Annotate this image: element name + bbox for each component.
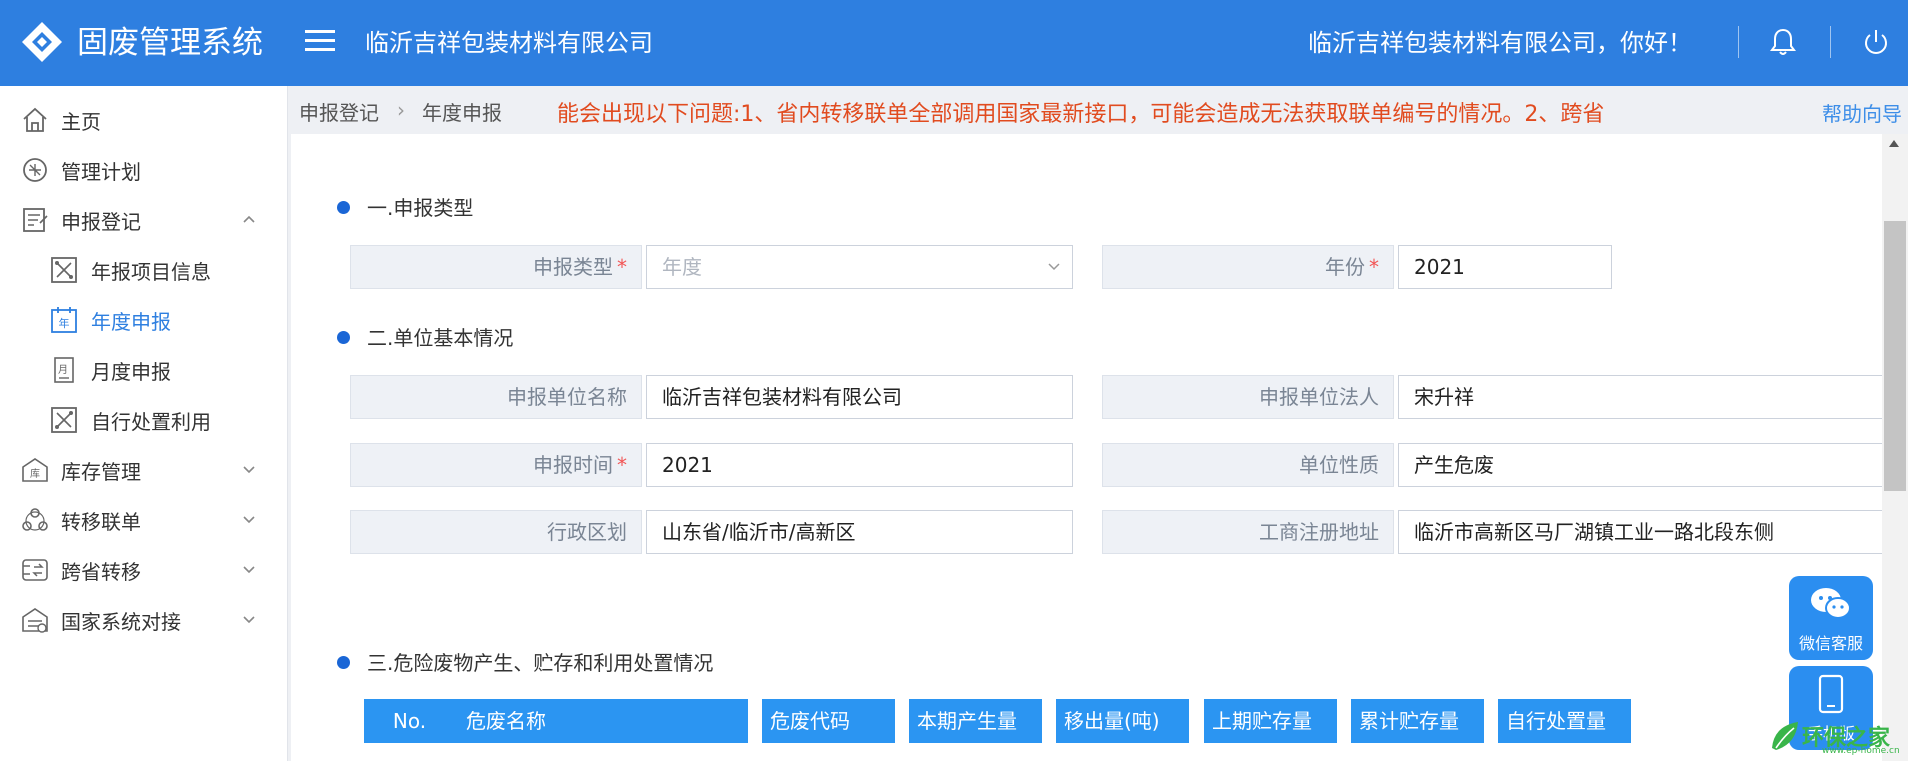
chevron-down-icon — [243, 516, 255, 524]
section-title: 一.申报类型 — [337, 192, 473, 221]
bullet-dot-icon — [337, 331, 350, 344]
transfer-icon — [22, 508, 48, 531]
sidebar-item-self-disposal[interactable]: 自行处置利用 — [0, 396, 288, 444]
sidebar-item-label: 自行处置利用 — [91, 409, 211, 434]
table-header-cell: 危废名称 — [452, 699, 748, 743]
unit-name-input[interactable]: 临沂吉祥包装材料有限公司 — [646, 375, 1073, 419]
legal-person-label: 申报单位法人 — [1102, 375, 1394, 419]
header-divider — [1738, 26, 1739, 58]
project-icon — [51, 257, 77, 283]
sidebar-item-register[interactable]: 申报登记 — [0, 196, 288, 244]
register-icon — [23, 208, 48, 232]
app-logo-icon — [22, 22, 62, 62]
chevron-down-icon — [1048, 263, 1060, 271]
scrollbar-thumb[interactable] — [1884, 221, 1906, 491]
table-header-cell: 移出量(吨) — [1056, 699, 1189, 743]
region-label: 行政区划 — [350, 510, 642, 554]
table-header-cell: 危废代码 — [762, 699, 895, 743]
report-time-input[interactable]: 2021 — [646, 443, 1073, 487]
sidebar-item-label: 转移联单 — [61, 509, 141, 534]
table-header-cell: 本期产生量 — [909, 699, 1042, 743]
unit-name-label: 申报单位名称 — [350, 375, 642, 419]
table-header-cell: 累计贮存量 — [1351, 699, 1484, 743]
mobile-phone-icon — [1818, 674, 1844, 714]
sidebar-item-label: 库存管理 — [61, 459, 141, 484]
year-label: 年份 * — [1102, 245, 1394, 289]
dispose-icon — [51, 407, 77, 433]
year-input[interactable]: 2021 — [1398, 245, 1612, 289]
unit-nature-label: 单位性质 — [1102, 443, 1394, 487]
plan-icon — [23, 158, 47, 182]
company-title: 临沂吉祥包装材料有限公司 — [365, 29, 653, 57]
svg-text:年: 年 — [59, 316, 70, 330]
greeting-text: 临沂吉祥包装材料有限公司，你好！ — [1308, 29, 1692, 57]
chevron-down-icon — [243, 616, 255, 624]
leaf-logo-icon — [1772, 722, 1798, 750]
sidebar-item-annual-report[interactable]: 年 年度申报 — [0, 296, 288, 344]
breadcrumb-bar: 申报登记 › 年度申报 能会出现以下问题:1、省内转移联单全部调用国家最新接口，… — [289, 86, 1908, 134]
table-header-cell: 自行处置量 — [1498, 699, 1631, 743]
scrolling-notice: 能会出现以下问题:1、省内转移联单全部调用国家最新接口，可能会造成无法获取联单编… — [557, 102, 1605, 127]
svg-text:库: 库 — [30, 467, 40, 480]
legal-person-input[interactable]: 宋升祥 — [1398, 375, 1882, 419]
sidebar-item-label: 主页 — [61, 109, 101, 134]
vertical-scrollbar[interactable] — [1882, 134, 1908, 761]
chevron-up-icon — [243, 215, 255, 223]
sidebar-item-monthly-report[interactable]: 月 月度申报 — [0, 346, 288, 394]
section-title: 三.危险废物产生、贮存和利用处置情况 — [337, 647, 713, 676]
sidebar-item-label: 申报登记 — [61, 209, 141, 234]
region-input[interactable]: 山东省/临沂市/高新区 — [646, 510, 1073, 554]
scroll-up-arrow-icon[interactable] — [1889, 140, 1899, 147]
home-icon — [23, 107, 47, 132]
calendar-year-icon: 年 — [51, 307, 77, 333]
bullet-dot-icon — [337, 656, 350, 669]
watermark-logo: 环保之家 www.ep-home.cn — [1768, 716, 1906, 760]
svg-text:月: 月 — [58, 364, 68, 376]
sidebar: 主页 管理计划 申报登记 年报项目信息 年 年度申报 月 月度申报 自行处置利用… — [0, 86, 288, 761]
wechat-service-label: 微信客服 — [1798, 634, 1863, 653]
bell-icon[interactable] — [1768, 26, 1798, 58]
breadcrumb-item[interactable]: 申报登记 — [299, 97, 379, 126]
breadcrumb-current: 年度申报 — [422, 101, 502, 125]
section-title: 二.单位基本情况 — [337, 322, 513, 351]
menu-toggle-icon[interactable] — [305, 26, 335, 54]
sidebar-item-label: 跨省转移 — [61, 559, 141, 584]
wechat-icon — [1811, 588, 1851, 619]
sidebar-item-plan[interactable]: 管理计划 — [0, 146, 288, 194]
breadcrumb-separator-icon: › — [397, 98, 405, 122]
sidebar-item-label: 国家系统对接 — [61, 609, 181, 634]
sidebar-item-label: 月度申报 — [91, 359, 171, 384]
help-guide-link[interactable]: 帮助向导 — [1814, 98, 1902, 127]
sidebar-item-home[interactable]: 主页 — [0, 96, 288, 144]
sidebar-item-project-info[interactable]: 年报项目信息 — [0, 246, 288, 294]
address-input[interactable]: 临沂市高新区马厂湖镇工业一路北段东侧 — [1398, 510, 1882, 554]
main-content: 一.申报类型 申报类型 * 年度 年份 * 2021 二.单位基本情况 申报单位名称… — [291, 134, 1882, 761]
chevron-down-icon — [243, 566, 255, 574]
cross-province-icon — [22, 559, 48, 581]
sidebar-item-transfer-manifest[interactable]: 转移联单 — [0, 496, 288, 544]
bullet-dot-icon — [337, 201, 350, 214]
report-type-select[interactable]: 年度 — [646, 245, 1073, 289]
unit-nature-input[interactable]: 产生危废 — [1398, 443, 1882, 487]
address-label: 工商注册地址 — [1102, 510, 1394, 554]
wechat-service-button[interactable]: 微信客服 — [1789, 576, 1873, 660]
sidebar-item-label: 年报项目信息 — [91, 259, 211, 284]
table-header-cell: No. — [364, 699, 455, 743]
sidebar-item-label: 年度申报 — [91, 309, 171, 334]
power-icon[interactable] — [1861, 26, 1891, 58]
header-divider — [1830, 26, 1831, 58]
sidebar-item-national-system[interactable]: 国家系统对接 — [0, 596, 288, 644]
report-time-label: 申报时间 * — [350, 443, 642, 487]
app-name: 固废管理系统 — [77, 25, 263, 61]
sidebar-item-cross-province[interactable]: 跨省转移 — [0, 546, 288, 594]
sidebar-item-inventory[interactable]: 库 库存管理 — [0, 446, 288, 494]
chevron-down-icon — [243, 466, 255, 474]
table-header-cell: 上期贮存量 — [1204, 699, 1337, 743]
top-header: 固废管理系统 临沂吉祥包装材料有限公司 临沂吉祥包装材料有限公司，你好！ — [0, 0, 1908, 86]
calendar-month-icon: 月 — [54, 357, 74, 383]
report-type-label: 申报类型 * — [350, 245, 642, 289]
warehouse-icon: 库 — [22, 458, 48, 482]
sidebar-item-label: 管理计划 — [61, 159, 141, 184]
national-system-icon — [22, 608, 48, 633]
